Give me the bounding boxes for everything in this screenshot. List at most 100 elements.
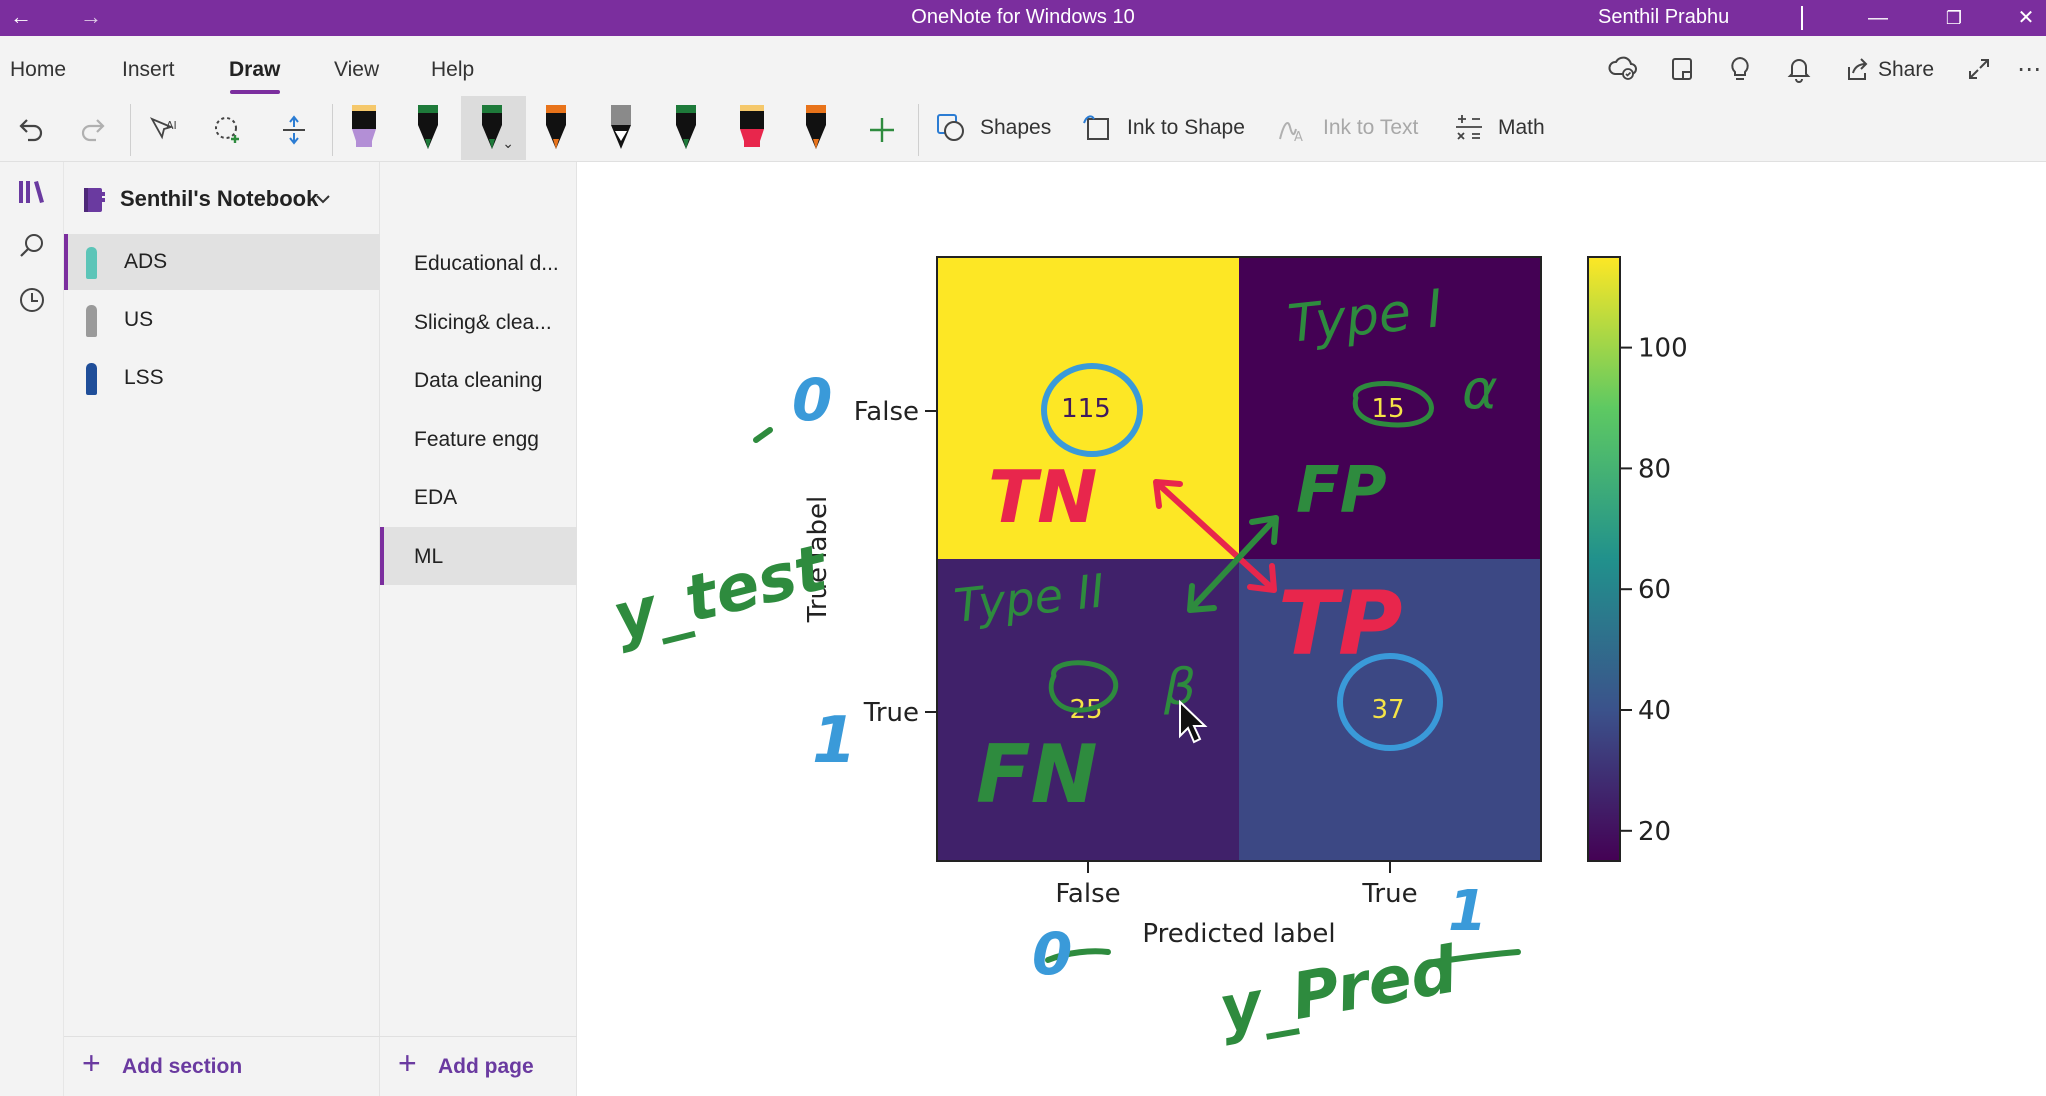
active-tab-indicator (230, 90, 280, 94)
ribbon-separator (918, 104, 919, 156)
notebook-selector[interactable]: Senthil's Notebook (64, 180, 380, 220)
page-label: Slicing& clea... (414, 310, 552, 334)
section-item-lss[interactable]: LSS (64, 350, 380, 406)
section-color-tab (86, 363, 97, 395)
ink-text-fp: FP (1296, 454, 1387, 528)
ink-text-one-left: 1 (812, 704, 857, 778)
add-section-label: Add section (122, 1055, 243, 1078)
section-label: ADS (124, 250, 168, 273)
ink-text-tp: TP (1278, 572, 1403, 675)
section-color-tab (86, 247, 97, 279)
pages-pane: Educational d... Slicing& clea... Data cle… (380, 162, 577, 1096)
pencil-icon[interactable] (597, 96, 645, 158)
pen-icon[interactable] (792, 96, 840, 158)
colorbar-tick-label: 20 (1638, 817, 1671, 847)
lightbulb-icon[interactable] (1723, 52, 1757, 86)
navigation-rail (0, 162, 64, 1096)
share-icon[interactable] (1840, 52, 1874, 86)
colorbar-tick-label: 40 (1638, 696, 1671, 726)
tab-home[interactable]: Home (10, 58, 66, 82)
ink-text-tn: TN (988, 455, 1097, 539)
pen-icon[interactable] (404, 96, 452, 158)
math-icon (1456, 115, 1482, 140)
shapes-icon (937, 114, 964, 141)
selected-page-bar (380, 526, 384, 585)
bell-icon[interactable] (1782, 52, 1816, 86)
selected-section-bar (64, 234, 68, 290)
page-label: EDA (414, 486, 458, 509)
shapes-button[interactable]: Shapes (980, 116, 1051, 140)
draw-ribbon: AI ⌄ Shapes Ink to Shape A Ink to Text M… (0, 96, 2046, 162)
undo-icon[interactable] (6, 106, 54, 154)
section-item-ads[interactable]: ADS (64, 234, 380, 290)
page-view-icon[interactable] (1665, 52, 1699, 86)
fullscreen-icon[interactable] (1962, 52, 1996, 86)
ink-text-y-test: y_test (606, 531, 836, 656)
pen-icon[interactable]: ⌄ (468, 96, 516, 158)
notebooks-icon[interactable] (10, 170, 54, 214)
plus-icon: + (82, 1045, 101, 1081)
minimize-button[interactable]: — (1858, 2, 1898, 34)
page-canvas[interactable]: 115 15 25 37 False True False True Predi… (578, 162, 2046, 1096)
row-label-false: False (854, 397, 919, 427)
lasso-select-icon[interactable] (204, 106, 252, 154)
tab-draw[interactable]: Draw (229, 58, 280, 82)
more-options-icon[interactable]: ⋯ (2012, 52, 2046, 86)
ink-to-shape-icon (1083, 115, 1109, 140)
type-select-icon[interactable]: AI (140, 106, 188, 154)
ink-text-zero-bottom: 0 (1032, 920, 1072, 988)
ink-dash (753, 427, 773, 443)
restore-button[interactable]: ❐ (1934, 2, 1974, 34)
tab-help[interactable]: Help (431, 58, 474, 82)
notebook-name: Senthil's Notebook (120, 186, 319, 211)
page-label: Data cleaning (414, 369, 543, 392)
add-pen-icon[interactable] (858, 106, 906, 154)
page-item[interactable]: Slicing& clea... (380, 293, 577, 351)
recent-clock-icon[interactable] (10, 278, 54, 322)
ink-text-fn: FN (976, 728, 1098, 821)
search-icon[interactable] (10, 224, 54, 268)
share-button[interactable]: Share (1878, 58, 1934, 82)
row-label-true: True (863, 698, 919, 728)
pen-icon[interactable] (662, 96, 710, 158)
tab-insert[interactable]: Insert (122, 58, 175, 82)
redo-icon[interactable] (70, 106, 118, 154)
menu-bar: Home Insert Draw View Help Share ⋯ (0, 36, 2046, 96)
highlighter-icon[interactable] (340, 96, 388, 158)
colorbar-tick-label: 100 (1638, 334, 1688, 364)
ink-to-shape-button[interactable]: Ink to Shape (1127, 116, 1245, 140)
add-section-button[interactable]: + Add section (64, 1036, 380, 1096)
chevron-down-icon (316, 195, 330, 204)
ribbon-separator (130, 104, 131, 156)
page-label: ML (414, 544, 444, 568)
tab-view[interactable]: View (334, 58, 379, 82)
svg-text:AI: AI (166, 119, 177, 132)
col-label-true: True (1361, 879, 1417, 909)
ink-text-alpha: α (1462, 358, 1498, 421)
plus-icon: + (398, 1045, 417, 1081)
ink-to-text-button[interactable]: Ink to Text (1323, 116, 1418, 140)
sections-pane: Senthil's Notebook ADS US LSS + Add sectio… (64, 162, 428, 1096)
sync-icon[interactable] (1606, 52, 1640, 86)
pen-icon[interactable] (532, 96, 580, 158)
section-label: US (124, 308, 154, 331)
confusion-matrix-figure: 115 15 25 37 False True False True Predi… (606, 256, 1688, 1048)
add-space-icon[interactable] (270, 106, 318, 154)
page-item[interactable]: Feature engg (380, 410, 577, 468)
chevron-down-icon[interactable]: ⌄ (502, 135, 514, 152)
page-item[interactable]: Educational d... (380, 234, 577, 292)
page-item[interactable]: Data cleaning (380, 351, 577, 409)
title-bar: ← → OneNote for Windows 10 Senthil Prabh… (0, 0, 2046, 36)
page-item[interactable]: EDA (380, 468, 577, 526)
colorbar (1587, 256, 1621, 862)
section-item-us[interactable]: US (64, 292, 380, 348)
highlighter-icon[interactable] (728, 96, 776, 158)
page-label: Feature engg (414, 427, 539, 451)
title-separator (1801, 6, 1803, 30)
page-item[interactable]: ML (380, 526, 577, 585)
math-button[interactable]: Math (1498, 116, 1545, 140)
user-name[interactable]: Senthil Prabhu (1598, 6, 1729, 29)
add-page-button[interactable]: + Add page (380, 1036, 577, 1096)
cell-value-fp: 15 (1371, 394, 1404, 424)
close-button[interactable]: ✕ (2006, 2, 2046, 34)
